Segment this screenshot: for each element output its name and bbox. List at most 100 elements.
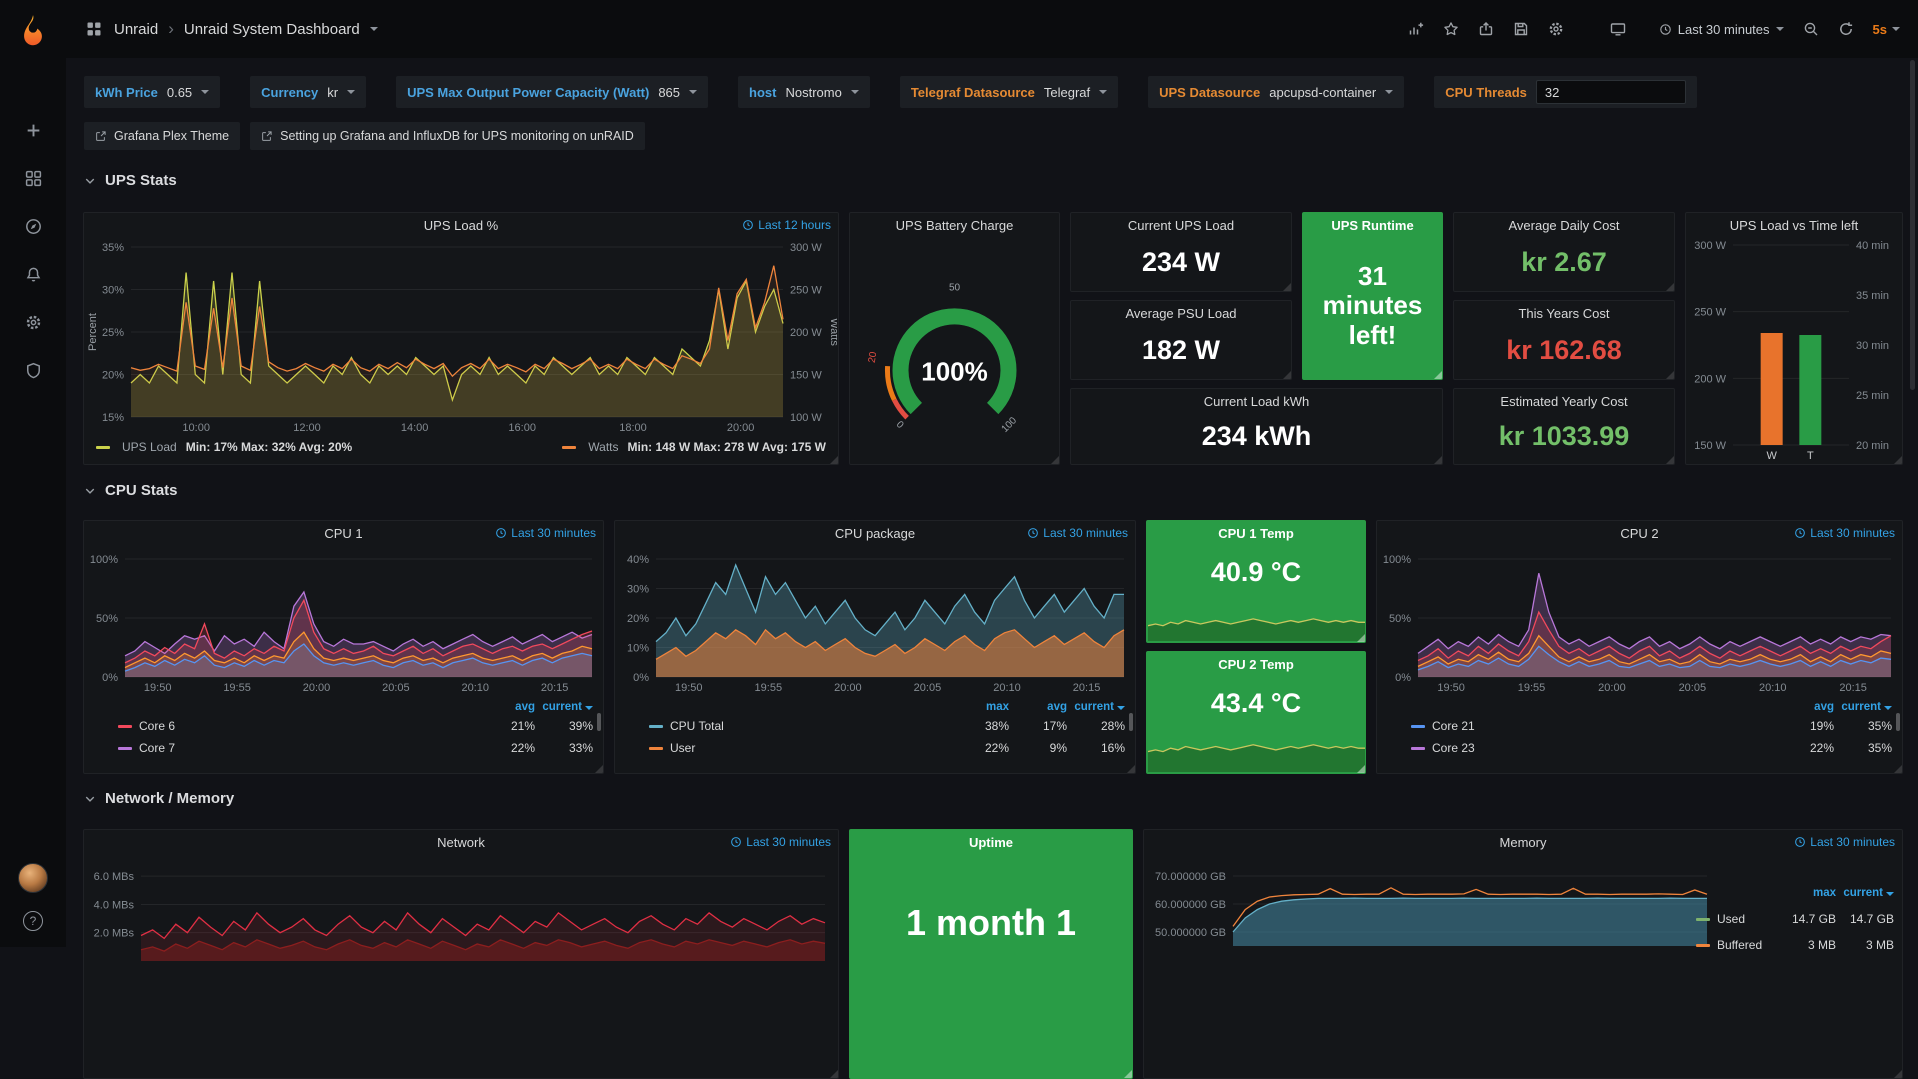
panel-title[interactable]: Estimated Yearly Cost (1500, 394, 1627, 409)
legend-sort-current[interactable]: current (1067, 701, 1125, 713)
refresh-interval-picker[interactable]: 5s (1873, 22, 1900, 37)
panel-time-range-link[interactable]: Last 30 minutes (1794, 526, 1895, 540)
variable-currency[interactable]: Currencykr (250, 76, 366, 108)
star-button[interactable] (1443, 21, 1459, 37)
sidebar-item-dashboards[interactable] (10, 154, 56, 202)
legend-sort-current[interactable]: current (535, 701, 593, 713)
legend-sort-max[interactable]: max (1778, 887, 1836, 899)
panel-title[interactable]: UPS Load % (424, 218, 498, 233)
panel-title[interactable]: UPS Load vs Time left (1730, 218, 1859, 233)
panel-title[interactable]: CPU 2 Temp (1218, 657, 1294, 672)
legend-series-name[interactable]: UPS Load (122, 440, 177, 454)
panel-time-range-link[interactable]: Last 30 minutes (1794, 835, 1895, 849)
dashboard-link-grafana-plex-theme[interactable]: Grafana Plex Theme (84, 122, 240, 150)
svg-text:50%: 50% (1389, 613, 1411, 625)
user-avatar[interactable] (18, 863, 48, 893)
legend-sort-avg[interactable]: avg (477, 701, 535, 713)
sidebar-item-server-admin[interactable] (10, 346, 56, 394)
cpu-package-chart[interactable]: 40%30%20%10%0%19:5019:5520:0020:0520:102… (616, 545, 1134, 695)
svg-text:0%: 0% (1395, 672, 1411, 684)
breadcrumb: Unraid › Unraid System Dashboard (86, 19, 378, 39)
panel-time-range-link[interactable]: Last 30 minutes (495, 526, 596, 540)
memory-chart[interactable]: 70.000000 GB60.000000 GB50.000000 GB (1145, 854, 1715, 964)
chevron-down-icon[interactable] (370, 27, 378, 31)
panel-title[interactable]: Average PSU Load (1125, 306, 1236, 321)
panel-title[interactable]: Memory (1500, 835, 1547, 850)
tv-icon (1610, 21, 1626, 37)
network-chart[interactable]: 6.0 MBs4.0 MBs2.0 MBs (85, 854, 837, 979)
panel-title[interactable]: CPU package (835, 526, 915, 541)
legend-sort-avg[interactable]: avg (1776, 701, 1834, 713)
panel-title[interactable]: UPS Runtime (1331, 218, 1413, 233)
legend-series-name[interactable]: User (670, 741, 951, 755)
variable-telegraf-datasource[interactable]: Telegraf DatasourceTelegraf (900, 76, 1118, 108)
legend-series-name[interactable]: Core 21 (1432, 719, 1776, 733)
sidebar-item-alerting[interactable] (10, 250, 56, 298)
ups-load-vs-time-chart[interactable]: 300 W250 W200 W150 W40 min35 min30 min25… (1687, 237, 1901, 463)
ups-load-chart[interactable]: 35%30%25%20%15%300 W250 W200 W150 W100 W… (85, 237, 837, 435)
sidebar-item-create[interactable] (10, 106, 56, 154)
legend-series-name[interactable]: CPU Total (670, 719, 951, 733)
legend-scrollbar[interactable] (1129, 713, 1133, 731)
legend-series-name[interactable]: Core 7 (139, 741, 477, 755)
panel-title[interactable]: This Years Cost (1518, 306, 1609, 321)
save-button[interactable] (1513, 21, 1529, 37)
legend-series-name[interactable]: Watts (588, 440, 618, 454)
legend-sort-current[interactable]: current (1834, 701, 1892, 713)
legend-series-name[interactable]: Core 6 (139, 719, 477, 733)
cpu1-chart[interactable]: 100%50%0%19:5019:5520:0020:0520:1020:15 (85, 545, 602, 695)
panel-title[interactable]: CPU 2 (1620, 526, 1658, 541)
section-ups-stats[interactable]: UPS Stats (84, 172, 177, 189)
panel-average-psu-load: Average PSU Load 182 W (1070, 300, 1292, 380)
zoom-out-button[interactable] (1803, 21, 1819, 37)
panel-time-range-link[interactable]: Last 30 minutes (1027, 526, 1128, 540)
legend-scrollbar[interactable] (1896, 713, 1900, 731)
panel-title[interactable]: Average Daily Cost (1508, 218, 1619, 233)
panel-title[interactable]: Uptime (969, 835, 1013, 850)
panel-time-range-link[interactable]: Last 30 minutes (730, 835, 831, 849)
dashboard-link-ups-monitoring-guide[interactable]: Setting up Grafana and InfluxDB for UPS … (250, 122, 645, 150)
clock-icon (1659, 23, 1672, 36)
section-cpu-stats[interactable]: CPU Stats (84, 482, 178, 499)
add-panel-button[interactable] (1408, 21, 1424, 37)
panel-title[interactable]: CPU 1 Temp (1218, 526, 1294, 541)
breadcrumb-dashboard-title[interactable]: Unraid System Dashboard (184, 21, 360, 38)
breadcrumb-folder[interactable]: Unraid (114, 21, 158, 38)
grafana-logo[interactable] (10, 8, 56, 54)
legend-sort-max[interactable]: max (951, 701, 1009, 713)
legend-series-name[interactable]: Used (1717, 912, 1778, 926)
section-network-memory[interactable]: Network / Memory (84, 790, 234, 807)
time-range-picker[interactable]: Last 30 minutes (1659, 22, 1784, 37)
legend-series-name[interactable]: Buffered (1717, 938, 1778, 952)
panel-title[interactable]: UPS Battery Charge (896, 218, 1014, 233)
panel-time-range-link[interactable]: Last 12 hours (742, 218, 831, 232)
bell-icon (25, 266, 42, 283)
sidebar-item-explore[interactable] (10, 202, 56, 250)
cycle-view-button[interactable] (1610, 21, 1626, 37)
help-icon[interactable]: ? (23, 911, 43, 931)
legend-series-name[interactable]: Core 23 (1432, 741, 1776, 755)
cpu-threads-input[interactable]: 32 (1536, 80, 1686, 104)
panel-title[interactable]: Network (437, 835, 485, 850)
panel-title[interactable]: CPU 1 (324, 526, 362, 541)
panel-title[interactable]: Current Load kWh (1204, 394, 1310, 409)
refresh-button[interactable] (1838, 21, 1854, 37)
variable-kwh-price[interactable]: kWh Price0.65 (84, 76, 220, 108)
variable-host[interactable]: hostNostromo (738, 76, 870, 108)
variable-ups-datasource[interactable]: UPS Datasourceapcupsd-container (1148, 76, 1404, 108)
variable-ups-max-output[interactable]: UPS Max Output Power Capacity (Watt)865 (396, 76, 708, 108)
panel-title[interactable]: Current UPS Load (1128, 218, 1234, 233)
legend-scrollbar[interactable] (597, 713, 601, 731)
cpu2-chart[interactable]: 100%50%0%19:5019:5520:0020:0520:1020:15 (1378, 545, 1901, 695)
series-color-dash (649, 747, 663, 750)
page-scrollbar[interactable] (1910, 60, 1915, 390)
share-button[interactable] (1478, 21, 1494, 37)
legend-sort-avg[interactable]: avg (1009, 701, 1067, 713)
svg-text:20: 20 (867, 351, 880, 364)
clock-icon (1027, 527, 1039, 539)
legend-sort-current[interactable]: current (1836, 887, 1894, 899)
variable-cpu-threads: CPU Threads32 (1434, 76, 1697, 108)
legend-value: 28% (1067, 719, 1125, 733)
dashboard-settings-button[interactable] (1548, 21, 1564, 37)
sidebar-item-configuration[interactable] (10, 298, 56, 346)
